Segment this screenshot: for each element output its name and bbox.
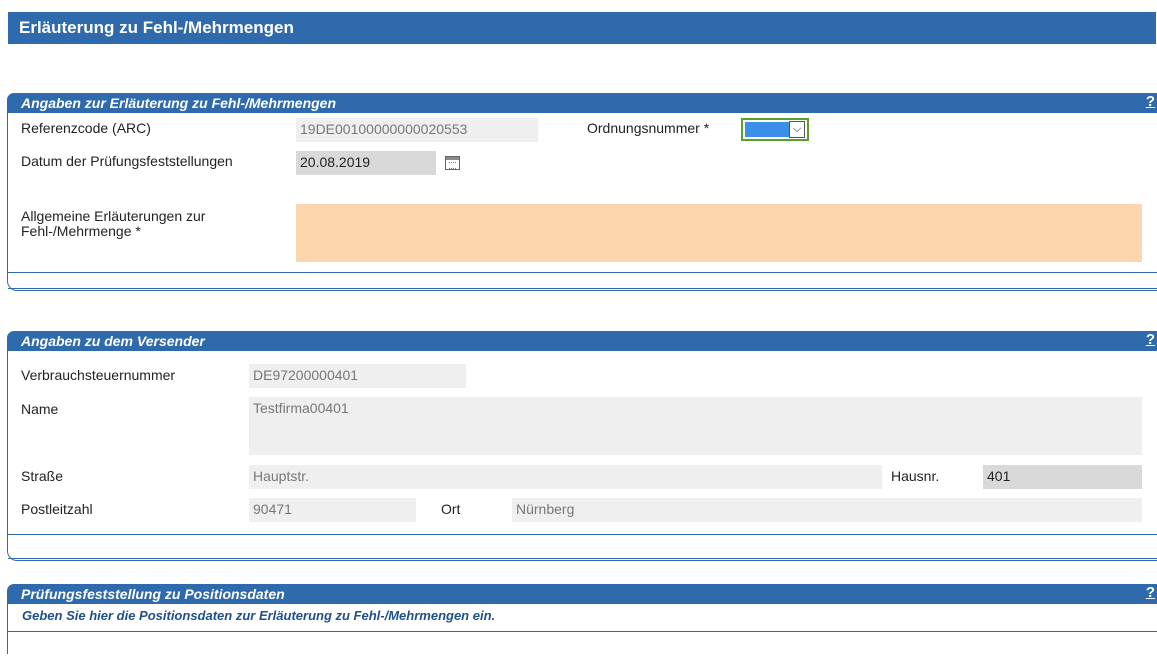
name-label: Name <box>21 401 59 417</box>
hausnr-field: 401 <box>983 465 1142 489</box>
panel-positionsdaten-body: Geben Sie hier die Positionsdaten zur Er… <box>7 604 1157 654</box>
panel-divider <box>8 534 1157 535</box>
panel-divider <box>8 631 1157 632</box>
panel-versender: Angaben zu dem Versender ? Verbrauchsteu… <box>7 331 1157 561</box>
panel-erlaeuterung-header: Angaben zur Erläuterung zu Fehl-/Mehrmen… <box>7 93 1157 113</box>
erlaeuterung-label-line2: Fehl-/Mehrmenge * <box>21 223 141 239</box>
calendar-icon[interactable] <box>445 156 460 170</box>
strasse-label: Straße <box>21 468 64 484</box>
panel-positionsdaten: Prüfungsfeststellung zu Positionsdaten ?… <box>7 584 1157 654</box>
strasse-field: Hauptstr. <box>249 465 882 489</box>
arc-label: Referenzcode (ARC) <box>21 120 151 136</box>
help-button[interactable]: ? <box>1146 584 1155 601</box>
hausnr-label: Hausnr. <box>891 468 940 484</box>
panel-footer <box>7 275 1157 291</box>
positionsdaten-info-text: Geben Sie hier die Positionsdaten zur Er… <box>22 608 496 623</box>
panel-footer-line <box>8 558 1157 559</box>
help-button[interactable]: ? <box>1146 331 1155 348</box>
erlaeuterung-textarea[interactable] <box>296 204 1142 262</box>
panel-positionsdaten-header: Prüfungsfeststellung zu Positionsdaten ? <box>7 584 1157 604</box>
ordnungsnummer-select[interactable]: ⌵ <box>741 118 809 141</box>
ort-label: Ort <box>441 501 461 517</box>
datum-label: Datum der Prüfungsfeststellungen <box>21 153 233 169</box>
panel-erlaeuterung: Angaben zur Erläuterung zu Fehl-/Mehrmen… <box>7 93 1157 291</box>
plz-label: Postleitzahl <box>21 501 93 517</box>
ort-field: Nürnberg <box>512 498 1142 522</box>
plz-field: 90471 <box>249 498 416 522</box>
erlaeuterung-label-line1: Allgemeine Erläuterungen zur <box>21 208 206 224</box>
ordnungsnummer-label: Ordnungsnummer * <box>587 120 710 136</box>
page-title: Erläuterung zu Fehl-/Mehrmengen <box>8 12 1156 44</box>
vst-field: DE97200000401 <box>249 364 466 388</box>
panel-versender-title: Angaben zu dem Versender <box>21 333 205 349</box>
panel-erlaeuterung-body: Referenzcode (ARC) 19DE00100000000020553… <box>7 113 1157 275</box>
panel-footer-line <box>8 288 1157 289</box>
panel-versender-header: Angaben zu dem Versender ? <box>7 331 1157 351</box>
chevron-down-icon[interactable]: ⌵ <box>789 121 805 138</box>
help-button[interactable]: ? <box>1146 93 1155 110</box>
vst-label: Verbrauchsteuernummer <box>21 367 176 383</box>
panel-erlaeuterung-title: Angaben zur Erläuterung zu Fehl-/Mehrmen… <box>21 95 337 111</box>
panel-positionsdaten-title: Prüfungsfeststellung zu Positionsdaten <box>21 586 285 602</box>
arc-field: 19DE00100000000020553 <box>296 118 538 142</box>
panel-footer <box>7 544 1157 561</box>
ordnungsnummer-selected-value <box>745 122 789 137</box>
name-field: Testfirma00401 <box>249 397 1142 455</box>
panel-versender-body: Verbrauchsteuernummer DE97200000401 Name… <box>7 351 1157 544</box>
panel-divider <box>8 272 1157 273</box>
datum-field[interactable]: 20.08.2019 <box>296 151 436 175</box>
